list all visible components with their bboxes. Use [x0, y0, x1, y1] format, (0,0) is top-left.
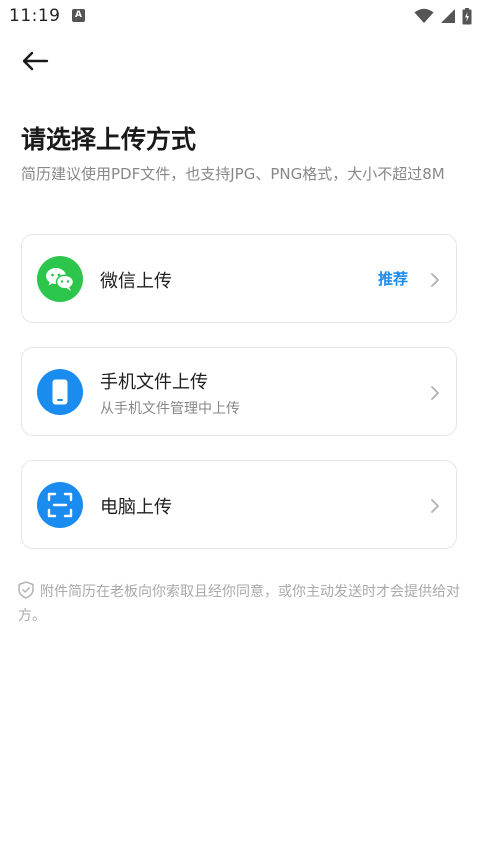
shield-check-icon — [18, 581, 34, 599]
wechat-upload-option[interactable]: 微信上传 推荐 — [21, 234, 457, 323]
battery-icon — [462, 7, 472, 24]
scan-icon — [37, 482, 83, 528]
chevron-right-icon — [431, 499, 439, 513]
phone-file-upload-option[interactable]: 手机文件上传 从手机文件管理中上传 — [21, 347, 457, 436]
recommended-badge: 推荐 — [377, 270, 408, 288]
phone-file-upload-label: 手机文件上传 — [100, 372, 208, 393]
wechat-icon — [37, 256, 83, 302]
wechat-upload-label: 微信上传 — [100, 271, 172, 292]
phone-file-upload-desc: 从手机文件管理中上传 — [100, 401, 240, 417]
wifi-icon — [414, 8, 434, 23]
chevron-right-icon — [431, 386, 439, 400]
signal-icon — [441, 9, 455, 23]
status-bar: 11:19 A — [0, 0, 480, 32]
privacy-notice: 附件简历在老板向你索取且经你同意，或你主动发送时才会提供给对方。 — [18, 580, 462, 628]
privacy-notice-text: 附件简历在老板向你索取且经你同意，或你主动发送时才会提供给对方。 — [18, 584, 460, 624]
computer-upload-option[interactable]: 电脑上传 — [21, 460, 457, 549]
back-button[interactable] — [16, 44, 54, 78]
phone-icon — [37, 369, 83, 415]
status-time: 11:19 — [9, 6, 61, 26]
status-icons — [414, 7, 472, 25]
arrow-left-icon — [22, 51, 49, 71]
page-title: 请选择上传方式 — [21, 125, 197, 154]
notification-icon: A — [72, 9, 85, 22]
chevron-right-icon — [431, 273, 439, 287]
computer-upload-label: 电脑上传 — [100, 497, 172, 518]
page-subtitle: 简历建议使用PDF文件，也支持JPG、PNG格式，大小不超过8M — [21, 165, 445, 183]
